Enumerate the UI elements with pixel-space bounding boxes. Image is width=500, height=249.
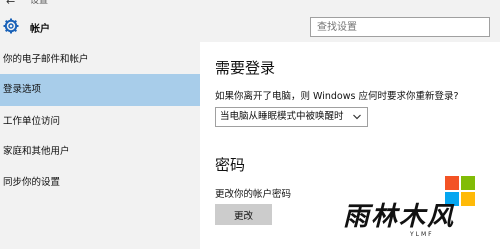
watermark-subtext: YLMF [410, 231, 434, 238]
sidebar-item-label: 家庭和其他用户 [3, 146, 70, 157]
chevron-down-icon [353, 114, 361, 120]
sidebar-item-sync-settings[interactable]: 同步你的设置 [0, 167, 200, 199]
change-password-button[interactable]: 更改 [215, 204, 272, 225]
sidebar-item-label: 你的电子邮件和帐户 [3, 54, 89, 65]
search-input[interactable] [310, 17, 490, 37]
sidebar-item-work-access[interactable]: 工作单位访问 [0, 106, 200, 138]
window-title: 设置 [30, 0, 49, 6]
back-arrow-icon[interactable]: ← [6, 0, 15, 8]
password-label: 更改你的帐户密码 [215, 189, 292, 200]
watermark-text: 雨林木风 [343, 202, 456, 232]
header: 帐户 [0, 10, 500, 42]
sidebar-item-email-accounts[interactable]: 你的电子邮件和帐户 [0, 44, 200, 76]
gear-icon [3, 18, 19, 34]
page-title: 帐户 [30, 24, 50, 35]
sidebar-item-label: 登录选项 [3, 84, 42, 95]
sidebar-item-family-users[interactable]: 家庭和其他用户 [0, 136, 200, 168]
password-heading: 密码 [215, 156, 246, 174]
sidebar-item-sign-in-options[interactable]: 登录选项 [0, 74, 200, 106]
title-bar: ← 设置 [0, 0, 500, 10]
signin-heading: 需要登录 [215, 59, 276, 77]
signin-dropdown[interactable]: 当电脑从睡眠模式中被唤醒时 [215, 107, 368, 127]
dropdown-value: 当电脑从睡眠模式中被唤醒时 [220, 111, 344, 122]
sidebar-item-label: 同步你的设置 [3, 177, 61, 188]
sidebar: 你的电子邮件和帐户 登录选项 工作单位访问 家庭和其他用户 同步你的设置 [0, 42, 200, 249]
signin-question: 如果你离开了电脑，则 Windows 应何时要求你重新登录? [215, 91, 459, 102]
sidebar-item-label: 工作单位访问 [3, 116, 61, 127]
